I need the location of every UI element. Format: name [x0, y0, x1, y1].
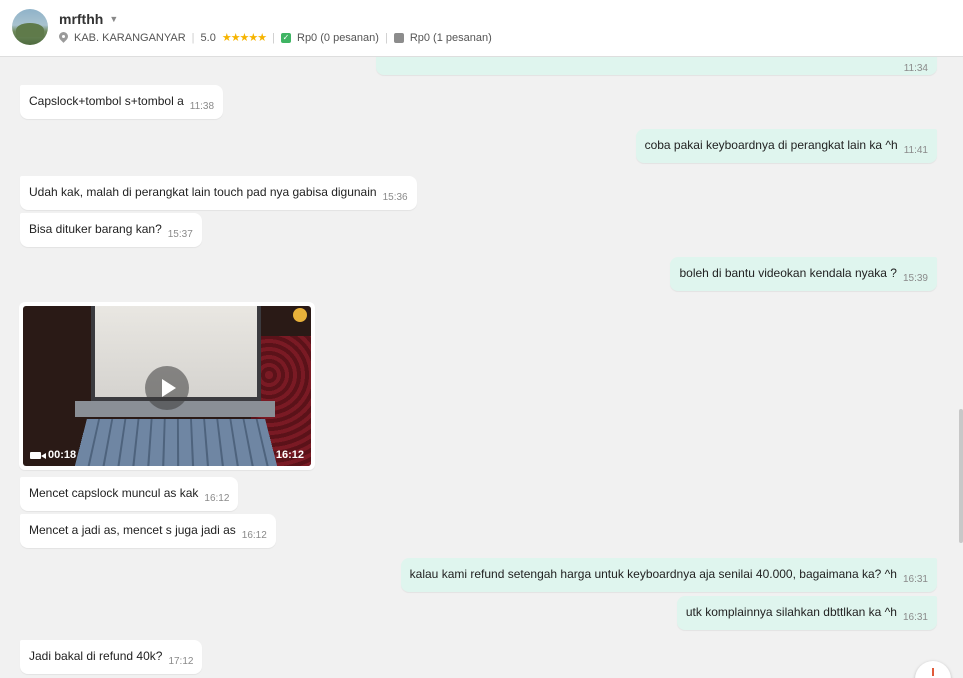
message-text: Udah kak, malah di perangkat lain touch … [29, 185, 377, 199]
rating-value: 5.0 [200, 31, 216, 44]
video-message[interactable]: 00:18 16:12 [19, 302, 315, 470]
message-time: 16:31 [902, 612, 928, 623]
paid-summary: Rp0 (0 pesanan) [297, 31, 379, 44]
location-pin-icon [59, 32, 68, 43]
caret-down-icon: ▼ [109, 14, 119, 24]
divider: | [384, 31, 388, 44]
message-text: boleh di bantu videokan kendala nyaka ? [679, 266, 897, 280]
message-bubble-incoming: Jadi bakal di refund 40k? 17:12 [20, 640, 203, 674]
message-time: 11:34 [903, 63, 928, 74]
message-bubble-outgoing: 11:34 [376, 57, 937, 75]
play-icon[interactable] [145, 366, 189, 410]
divider: | [191, 31, 195, 44]
video-thumbnail[interactable]: 00:18 16:12 [23, 306, 311, 466]
message-time: 16:12 [204, 493, 230, 504]
message-text: coba pakai keyboardnya di perangkat lain… [644, 138, 898, 152]
video-duration: 00:18 [48, 449, 77, 461]
message-text: Capslock+tombol s+tombol a [29, 94, 184, 108]
chat-thread[interactable]: 11:34 Capslock+tombol s+tombol a 11:38 co… [0, 57, 963, 678]
message-bubble-outgoing: kalau kami refund setengah harga untuk k… [400, 558, 937, 592]
message-text: Bisa dituker barang kan? [29, 222, 162, 236]
message-bubble-incoming: Bisa dituker barang kan? 15:37 [20, 213, 202, 247]
message-bubble-incoming: Mencet a jadi as, mencet s juga jadi as 1… [20, 514, 276, 548]
message-bubble-outgoing: coba pakai keyboardnya di perangkat lain… [635, 129, 937, 163]
video-scene [293, 308, 307, 322]
video-time: 16:12 [275, 449, 304, 461]
package-icon [393, 32, 404, 43]
message-bubble-outgoing: utk komplainnya silahkan dbttlkan ka ^h 1… [676, 596, 937, 630]
username: mrfthh [59, 11, 104, 27]
message-bubble-incoming: Udah kak, malah di perangkat lain touch … [20, 176, 417, 210]
message-bubble-outgoing: boleh di bantu videokan kendala nyaka ? 1… [670, 257, 937, 291]
video-scene [74, 418, 278, 466]
message-bubble-incoming: Capslock+tombol s+tombol a 11:38 [20, 85, 224, 119]
pending-summary: Rp0 (1 pesanan) [409, 31, 492, 44]
message-time: 15:36 [382, 192, 408, 203]
username-dropdown[interactable]: mrfthh ▼ [59, 11, 118, 27]
message-time: 15:37 [167, 229, 193, 240]
user-location: KAB. KARANGANYAR [74, 31, 186, 44]
message-time: 17:12 [168, 656, 194, 667]
message-text: Mencet a jadi as, mencet s juga jadi as [29, 523, 236, 537]
user-avatar[interactable] [12, 9, 48, 45]
check-icon: ✓ [281, 32, 291, 43]
message-bubble-incoming: Mencet capslock muncul as kak 16:12 [20, 477, 239, 511]
message-time: 16:12 [241, 530, 267, 541]
star-rating-icon: ★★★★★ [221, 32, 267, 44]
message-text: Jadi bakal di refund 40k? [29, 649, 163, 663]
divider: | [272, 31, 275, 44]
message-time: 15:39 [902, 273, 928, 284]
message-text: Mencet capslock muncul as kak [29, 486, 199, 500]
message-text: utk komplainnya silahkan dbttlkan ka ^h [685, 605, 897, 619]
message-text: kalau kami refund setengah harga untuk k… [409, 567, 897, 581]
chat-header: mrfthh ▼ KAB. KARANGANYAR | 5.0 ★★★★★ | … [0, 0, 963, 57]
message-time: 11:38 [189, 101, 215, 112]
message-time: 16:31 [902, 574, 928, 585]
chat-scrollbar[interactable] [959, 409, 963, 543]
video-camera-icon [30, 452, 46, 459]
user-meta: KAB. KARANGANYAR | 5.0 ★★★★★ | ✓ Rp0 (0 … [59, 31, 492, 44]
message-time: 11:41 [903, 145, 928, 156]
